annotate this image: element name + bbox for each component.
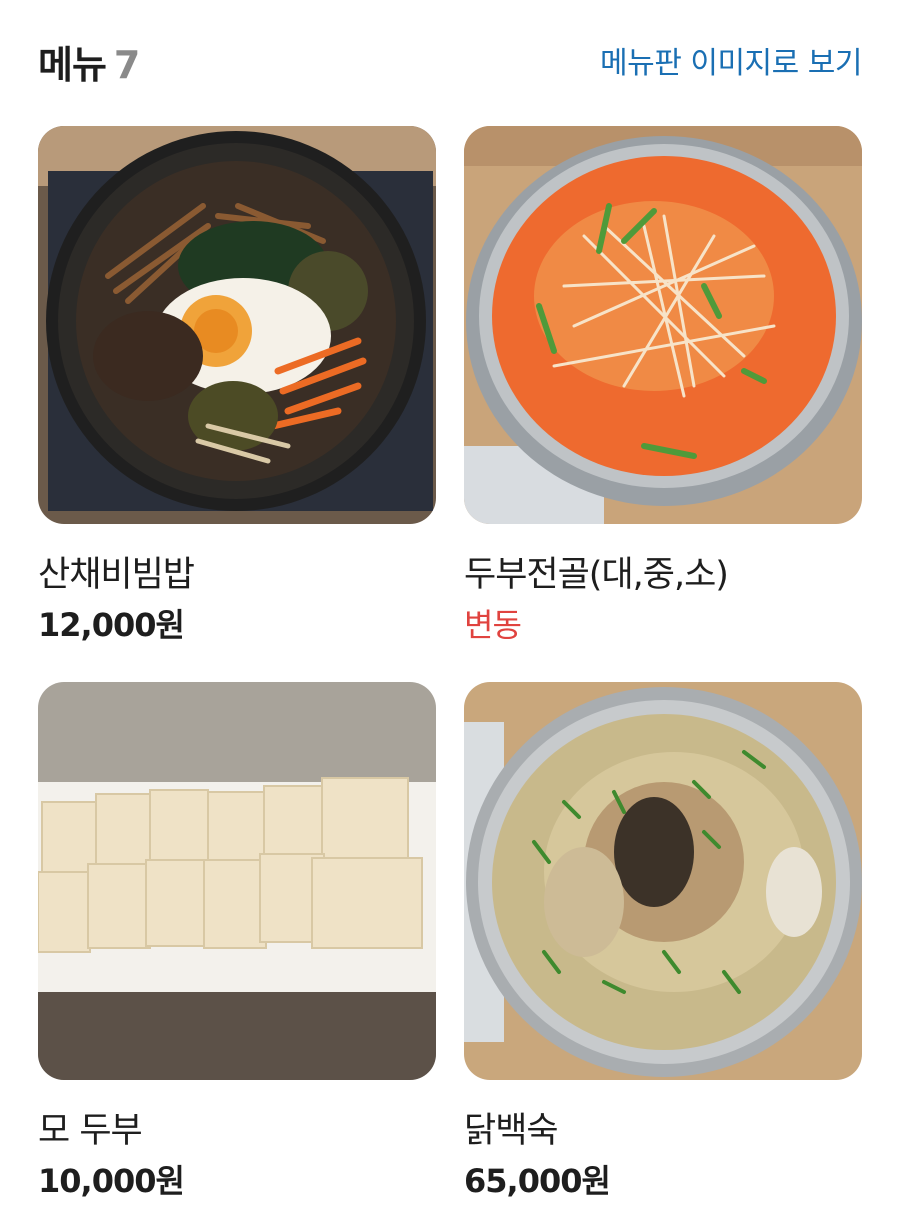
- menu-item-name: 닭백숙: [464, 1111, 559, 1151]
- menu-item-name: 산채비빔밥: [38, 555, 195, 595]
- menu-item-name: 두부전골(대,중,소): [464, 555, 729, 595]
- menu-item-price: 12,000원: [38, 606, 185, 644]
- chicken-soup-photo[interactable]: [464, 682, 862, 1080]
- menu-item-card[interactable]: 산채비빔밥 12,000원: [38, 126, 436, 644]
- menu-header: 메뉴 7 메뉴판 이미지로 보기: [38, 34, 862, 90]
- menu-title: 메뉴 7: [38, 34, 140, 89]
- menu-count: 7: [113, 43, 140, 87]
- menu-item-price: 10,000원: [38, 1162, 185, 1200]
- menu-title-label: 메뉴: [38, 43, 107, 87]
- tofu-block-photo[interactable]: [38, 682, 436, 1080]
- bibimbap-photo[interactable]: [38, 126, 436, 524]
- menu-item-price: 65,000원: [464, 1162, 611, 1200]
- menu-item-price: 변동: [464, 606, 522, 644]
- menu-item-card[interactable]: 두부전골(대,중,소) 변동: [464, 126, 862, 644]
- menu-item-card[interactable]: 닭백숙 65,000원: [464, 682, 862, 1200]
- view-menu-image-link[interactable]: 메뉴판 이미지로 보기: [600, 38, 862, 82]
- menu-item-name: 모 두부: [38, 1111, 143, 1151]
- menu-item-card[interactable]: 모 두부 10,000원: [38, 682, 436, 1200]
- tofu-hotpot-photo[interactable]: [464, 126, 862, 524]
